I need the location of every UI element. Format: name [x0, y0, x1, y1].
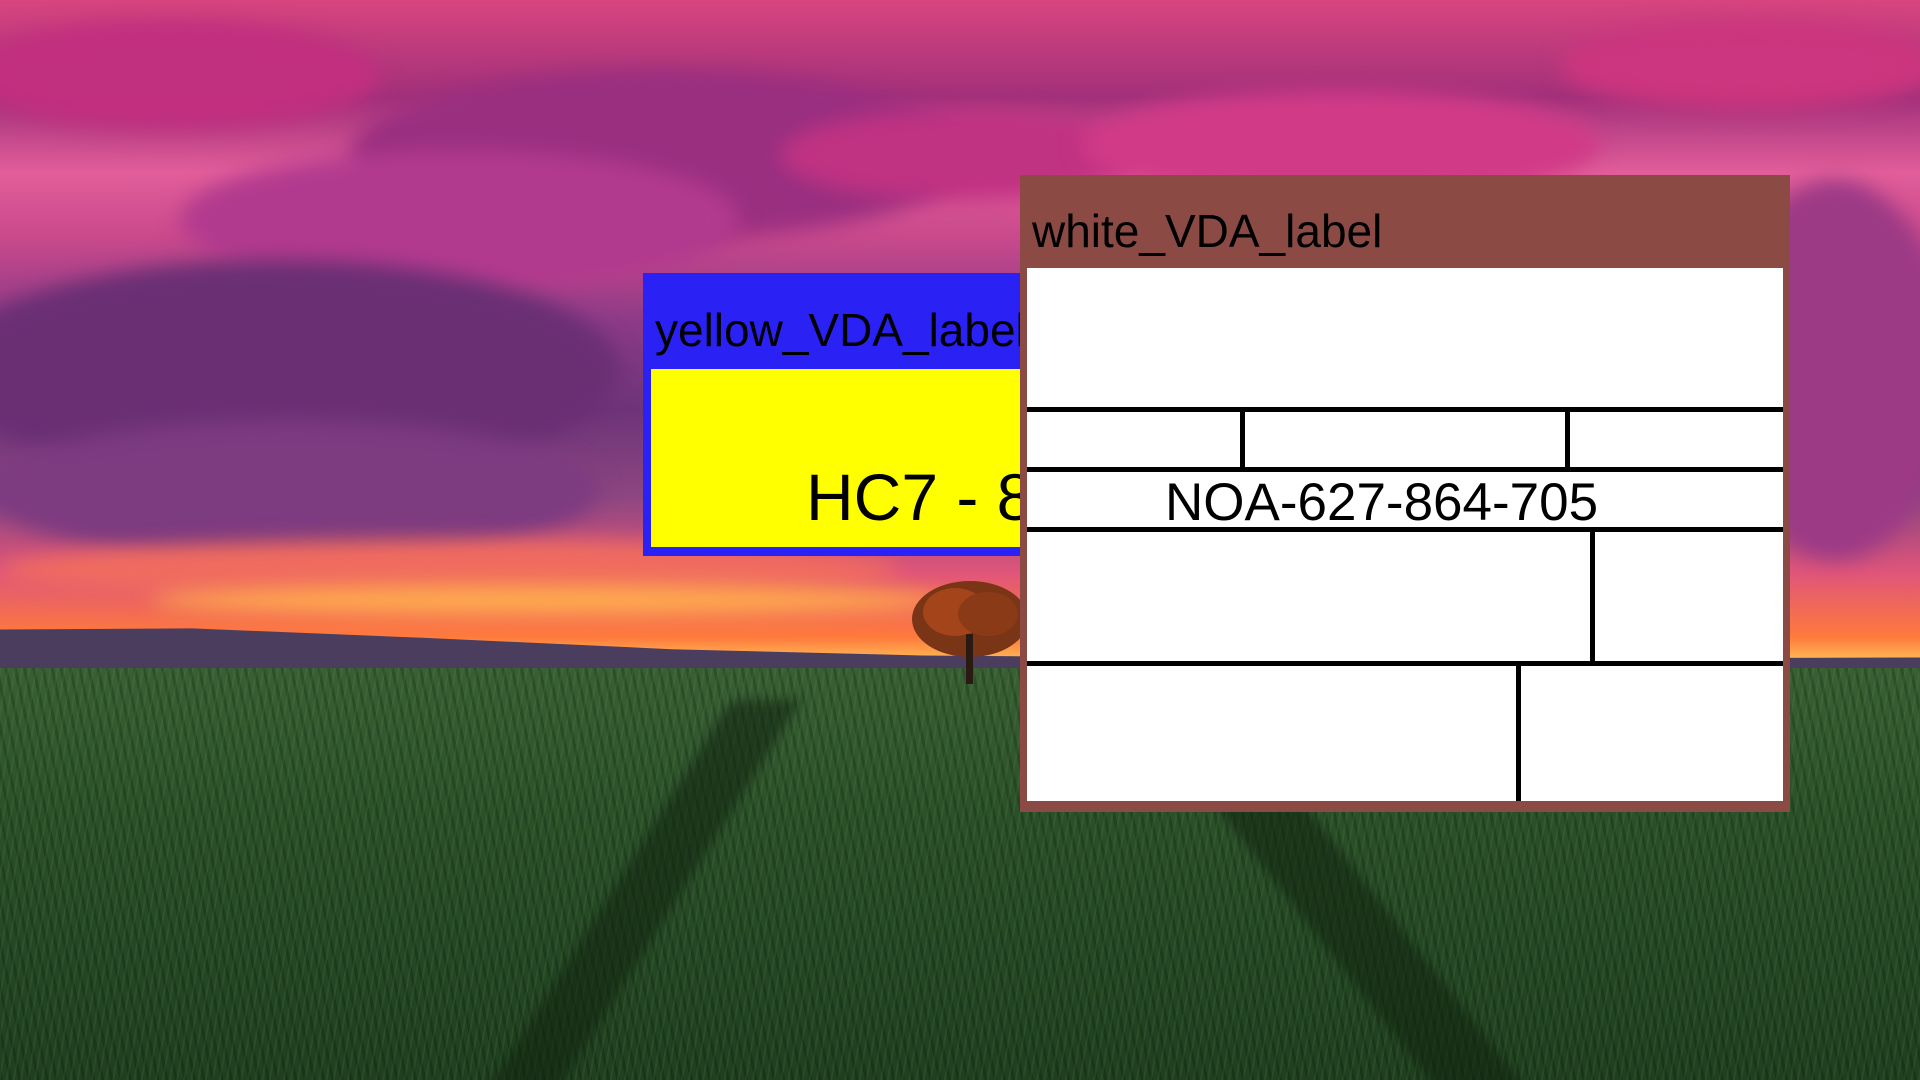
label-grid-line [1027, 661, 1783, 666]
cloud [0, 420, 600, 560]
label-grid-line [1027, 407, 1783, 412]
tree-icon [912, 581, 1028, 684]
yellow-label-code: HC7 - 8 [806, 460, 1034, 534]
white-label-body: NOA-627-864-705 [1027, 268, 1783, 801]
white-label-titlebar[interactable]: white_VDA_label [1020, 175, 1790, 267]
label-grid-line [1240, 407, 1245, 472]
yellow-label-title: yellow_VDA_label [655, 304, 1026, 356]
yellow-label-body: HC7 - 8 [651, 369, 1043, 547]
white-label-title: white_VDA_label [1032, 205, 1383, 257]
cloud [1560, 20, 1920, 110]
white-label-code: NOA-627-864-705 [1165, 473, 1599, 532]
yellow-label-window[interactable]: yellow_VDA_label HC7 - 8 [643, 273, 1043, 556]
yellow-label-titlebar[interactable]: yellow_VDA_label [643, 273, 1043, 366]
label-grid-line [1565, 407, 1570, 472]
label-grid-line [1590, 527, 1595, 666]
label-grid-line [1516, 661, 1521, 801]
cloud [0, 20, 380, 130]
cloud [150, 585, 950, 615]
white-label-window[interactable]: white_VDA_label NOA-627-864-705 [1020, 175, 1790, 812]
